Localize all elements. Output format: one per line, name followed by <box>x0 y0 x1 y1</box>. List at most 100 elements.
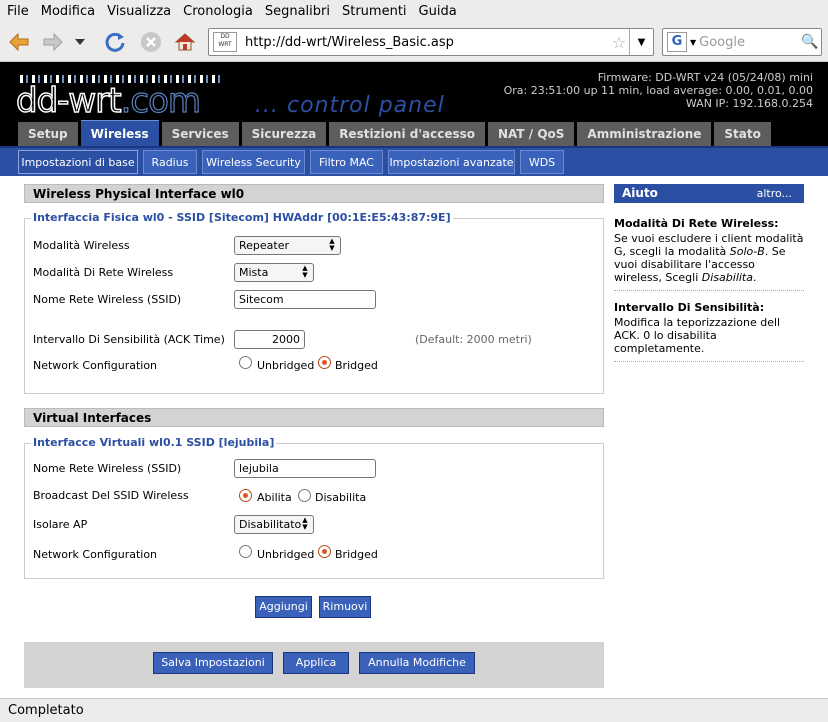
bridged-label: Bridged <box>335 359 378 372</box>
ack-time-input[interactable]: 2000 <box>234 330 305 349</box>
bridged-radio[interactable] <box>318 356 331 369</box>
help-netmode-text: Se vuoi escludere i client modalità G, s… <box>614 232 804 284</box>
tab-setup[interactable]: Setup <box>18 122 78 146</box>
logo-com: .com <box>120 80 202 121</box>
broadcast-label: Broadcast Del SSID Wireless <box>33 489 189 502</box>
navigation-toolbar: DD WRT http://dd-wrt/Wireless_Basic.asp ☆… <box>0 22 828 62</box>
menu-strumenti[interactable]: Strumenti <box>342 4 407 19</box>
isolate-ap-value: Disabilitato <box>239 518 302 531</box>
wireless-mode-select[interactable]: Repeater ▲ ▼ <box>234 236 341 255</box>
magnifier-icon[interactable]: 🔍 <box>799 34 821 50</box>
disabilita-label: Disabilita <box>315 491 367 504</box>
tab-sicurezza[interactable]: Sicurezza <box>241 122 327 146</box>
help-title: Aiuto <box>622 186 658 200</box>
subtab-impostazioni-base[interactable]: Impostazioni di base <box>18 150 138 174</box>
engine-dropdown-icon[interactable]: ▼ <box>690 38 696 47</box>
subtab-filtro-mac[interactable]: Filtro MAC <box>310 150 383 174</box>
tab-stato[interactable]: Stato <box>714 122 771 146</box>
add-button[interactable]: Aggiungi <box>255 596 312 618</box>
tab-nat-qos[interactable]: NAT / QoS <box>488 122 575 146</box>
subtab-wds[interactable]: WDS <box>520 150 564 174</box>
forward-arrow-icon <box>43 32 63 52</box>
stop-button[interactable] <box>136 27 166 57</box>
ddwrt-logo: dd-wrt.com <box>15 80 202 122</box>
menu-guida[interactable]: Guida <box>419 4 457 19</box>
firmware-info: Firmware: DD-WRT v24 (05/24/08) mini <box>597 71 813 84</box>
virtual-unbridged-radio[interactable] <box>239 545 252 558</box>
ack-label: Intervallo Di Sensibilità (ACK Time) <box>33 333 225 346</box>
ack-default-hint: (Default: 2000 metri) <box>415 333 532 346</box>
ssid-input[interactable]: Sitecom <box>234 290 376 309</box>
help-more-link[interactable]: altro... <box>757 184 792 203</box>
virtual-bridged-label: Bridged <box>335 548 378 561</box>
stop-icon <box>141 32 161 52</box>
uptime-info: Ora: 23:51:00 up 11 min, load average: 0… <box>503 84 813 97</box>
apply-button[interactable]: Applica <box>283 652 349 674</box>
help-netmode-title: Modalità Di Rete Wireless: <box>614 217 779 230</box>
isolate-label: Isolare AP <box>33 518 88 531</box>
help-p1b: Solo-B <box>729 245 765 258</box>
help-divider <box>614 361 804 362</box>
subtab-impostazioni-avanzate[interactable]: Impostazioni avanzate <box>388 150 515 174</box>
url-text: http://dd-wrt/Wireless_Basic.asp <box>245 34 454 50</box>
router-info: Firmware: DD-WRT v24 (05/24/08) mini Ora… <box>504 71 813 110</box>
subtab-radius[interactable]: Radius <box>143 150 197 174</box>
netconf-label: Network Configuration <box>33 359 158 372</box>
network-mode-value: Mista <box>239 266 269 279</box>
home-button[interactable] <box>170 27 200 57</box>
virtual-ssid-label: Nome Rete Wireless (SSID) <box>33 462 182 475</box>
url-dropdown-button[interactable]: ▼ <box>629 29 653 55</box>
physical-legend: Interfaccia Fisica wl0 - SSID [Sitecom] … <box>31 211 453 224</box>
url-bar[interactable]: DD WRT http://dd-wrt/Wireless_Basic.asp ☆… <box>208 28 654 56</box>
menu-cronologia[interactable]: Cronologia <box>183 4 253 19</box>
menu-file[interactable]: File <box>7 4 29 19</box>
forward-button[interactable] <box>38 27 68 57</box>
search-box[interactable]: G ▼ Google 🔍 <box>662 28 822 56</box>
help-header: Aiuto altro... <box>614 184 804 203</box>
tab-amministrazione[interactable]: Amministrazione <box>577 122 712 146</box>
search-placeholder: Google <box>699 34 745 50</box>
broadcast-disabilita-radio[interactable] <box>298 489 311 502</box>
virtual-section-title: Virtual Interfaces <box>24 408 604 427</box>
updown-arrow-icon: ▲ ▼ <box>329 237 335 252</box>
wan-ip-info: WAN IP: 192.168.0.254 <box>685 97 813 110</box>
virtual-legend: Interfacce Virtuali wl0.1 SSID [lejubila… <box>31 436 277 449</box>
cancel-button[interactable]: Annulla Modifiche <box>359 652 475 674</box>
bookmark-star-icon[interactable]: ☆ <box>609 33 629 52</box>
history-dropdown[interactable] <box>70 27 90 57</box>
network-mode-select[interactable]: Mista ▲ ▼ <box>234 263 314 282</box>
reload-button[interactable] <box>100 27 130 57</box>
logo-main: dd-wrt <box>15 80 122 122</box>
physical-section-title: Wireless Physical Interface wl0 <box>24 184 604 203</box>
tab-wireless[interactable]: Wireless <box>80 120 159 146</box>
virtual-bridged-radio[interactable] <box>318 545 331 558</box>
status-bar: Completato <box>0 698 828 722</box>
menu-segnalibri[interactable]: Segnalibri <box>265 4 330 19</box>
back-button[interactable] <box>4 27 34 57</box>
tab-services[interactable]: Services <box>161 122 239 146</box>
remove-button[interactable]: Rimuovi <box>319 596 371 618</box>
menu-modifica[interactable]: Modifica <box>41 4 95 19</box>
physical-fieldset: Interfaccia Fisica wl0 - SSID [Sitecom] … <box>24 211 604 394</box>
chevron-down-icon: ▼ <box>637 36 646 48</box>
subtab-wireless-security[interactable]: Wireless Security <box>202 150 305 174</box>
updown-arrow-icon: ▲ ▼ <box>302 264 308 279</box>
broadcast-abilita-radio[interactable] <box>239 489 252 502</box>
back-arrow-icon <box>9 32 29 52</box>
save-button[interactable]: Salva Impostazioni <box>153 652 273 674</box>
home-icon <box>174 33 196 51</box>
virtual-netconf-label: Network Configuration <box>33 548 158 561</box>
unbridged-radio[interactable] <box>239 356 252 369</box>
isolate-ap-select[interactable]: Disabilitato ▲ ▼ <box>234 515 314 534</box>
menu-visualizza[interactable]: Visualizza <box>107 4 171 19</box>
ssid-label: Nome Rete Wireless (SSID) <box>33 293 182 306</box>
help-p1e: . <box>752 271 757 284</box>
help-ack-text: Modifica la teporizzazione dell ACK. 0 l… <box>614 316 781 355</box>
virtual-ssid-input[interactable]: lejubila <box>234 459 376 478</box>
sub-tabs: Impostazioni di base Radius Wireless Sec… <box>0 146 828 176</box>
tab-restrizioni[interactable]: Restizioni d'accesso <box>329 122 485 146</box>
updown-arrow-icon: ▲ ▼ <box>302 516 308 531</box>
reload-icon <box>105 32 125 52</box>
help-ack-title: Intervallo Di Sensibilità: <box>614 301 765 314</box>
google-engine-icon[interactable]: G <box>667 32 687 52</box>
